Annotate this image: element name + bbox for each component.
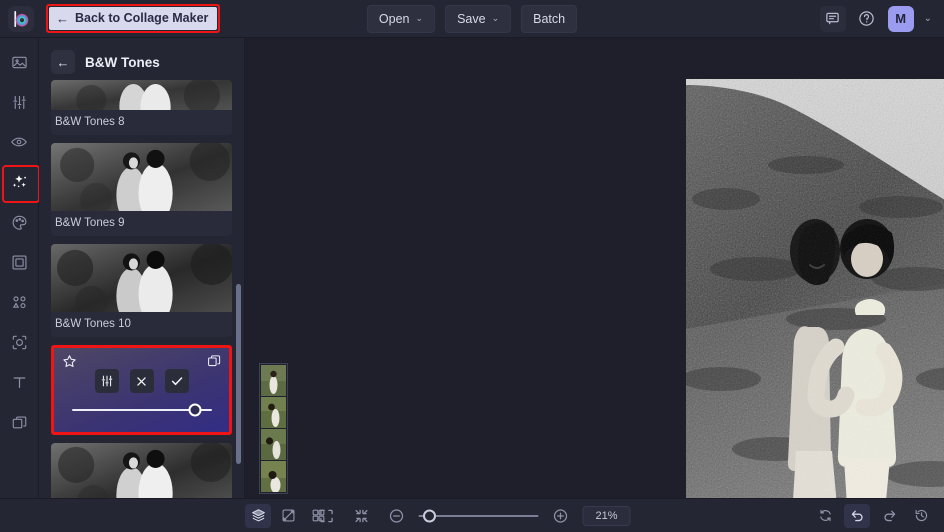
top-center-actions: Open ⌄ Save ⌄ Batch	[366, 4, 578, 33]
back-button-label: Back to Collage Maker	[75, 11, 209, 25]
back-to-collage-maker-button[interactable]: ← Back to Collage Maker	[49, 7, 218, 30]
zoom-in-icon[interactable]	[548, 504, 574, 528]
rail-item-text[interactable]	[5, 368, 33, 396]
bottom-toolbar: 21%	[0, 498, 944, 532]
list-item[interactable]: B&W Tones 8	[51, 80, 232, 135]
tool-rail	[0, 38, 40, 498]
panel-header: ← B&W Tones	[39, 44, 244, 80]
preset-label: B&W Tones 8	[55, 116, 125, 128]
filmstrip[interactable]	[259, 363, 288, 494]
rail-item-effects[interactable]	[2, 165, 40, 203]
rail-item-graphics[interactable]	[5, 288, 33, 316]
rail-item-layers[interactable]	[5, 408, 33, 436]
preset-thumbnail	[51, 143, 232, 211]
preset-thumbnail	[51, 80, 232, 110]
zoom-slider[interactable]	[418, 509, 539, 523]
list-item[interactable]	[261, 397, 286, 428]
rail-item-retouch[interactable]	[5, 128, 33, 156]
open-label: Open	[378, 11, 410, 26]
account-chevron-down-icon[interactable]: ⌄	[922, 13, 934, 24]
favorite-star-icon[interactable]	[62, 354, 77, 373]
panel-title: B&W Tones	[85, 54, 160, 70]
undo-icon[interactable]	[844, 503, 870, 528]
preset-label: B&W Tones 10	[55, 318, 131, 330]
zoom-out-icon[interactable]	[384, 504, 410, 528]
list-item[interactable]: B&W Tones 12	[51, 443, 232, 498]
list-item[interactable]: B&W Tones 10	[51, 244, 232, 337]
zoom-slider-track	[418, 514, 539, 517]
active-preset-card[interactable]	[51, 345, 232, 435]
list-item[interactable]	[261, 365, 286, 396]
back-button-highlight: ← Back to Collage Maker	[46, 4, 221, 33]
slider-knob[interactable]	[188, 403, 202, 417]
preset-thumbnail	[51, 244, 232, 312]
app-root: ← Back to Collage Maker Open ⌄ Save ⌄ Ba…	[0, 0, 944, 532]
compare-icon[interactable]	[275, 504, 301, 528]
zoom-level-value[interactable]: 21%	[582, 505, 631, 526]
chevron-down-icon: ⌄	[491, 13, 500, 23]
preset-list[interactable]: B&W Tones 8 B&W Tones 9 B&W Tones 10	[39, 80, 244, 498]
rail-item-overlays[interactable]	[5, 328, 33, 356]
photo-canvas	[686, 79, 944, 532]
panel-back-button[interactable]: ←	[51, 50, 75, 74]
redo-icon[interactable]	[876, 504, 902, 528]
duplicate-icon[interactable]	[207, 354, 221, 372]
rail-item-frames[interactable]	[5, 248, 33, 276]
zoom-controls: 21%	[314, 504, 631, 528]
save-button[interactable]: Save ⌄	[445, 4, 512, 33]
list-item[interactable]: B&W Tones 9	[51, 143, 232, 236]
preset-intensity-slider[interactable]	[71, 403, 212, 417]
preset-label: B&W Tones 9	[55, 217, 125, 229]
help-icon[interactable]	[854, 6, 880, 32]
feedback-icon[interactable]	[819, 5, 846, 32]
batch-button[interactable]: Batch	[521, 4, 578, 33]
batch-label: Batch	[533, 11, 566, 26]
rail-item-image[interactable]	[5, 48, 33, 76]
active-preset-controls	[54, 348, 229, 432]
layers-stack-icon[interactable]	[245, 503, 271, 528]
top-toolbar: ← Back to Collage Maker Open ⌄ Save ⌄ Ba…	[0, 0, 944, 38]
preset-action-row	[94, 369, 189, 393]
save-label: Save	[457, 11, 486, 26]
befunky-logo[interactable]	[8, 5, 34, 32]
list-item[interactable]	[261, 429, 286, 460]
list-item[interactable]	[261, 461, 286, 492]
main-body: ← B&W Tones B&W Tones 8 B&W Tones 9 B&W …	[0, 38, 944, 532]
canvas-area[interactable]	[245, 38, 944, 532]
rail-item-edit[interactable]	[5, 88, 33, 116]
panel-scrollbar[interactable]	[236, 284, 241, 464]
avatar[interactable]: M	[887, 5, 914, 32]
back-arrow-icon: ←	[56, 10, 69, 26]
rail-item-artsy[interactable]	[5, 208, 33, 236]
adjust-sliders-button[interactable]	[94, 369, 119, 393]
reset-icon[interactable]	[812, 504, 838, 528]
main-photo[interactable]	[686, 79, 944, 532]
effects-panel: ← B&W Tones B&W Tones 8 B&W Tones 9 B&W …	[39, 38, 245, 498]
actual-size-icon[interactable]	[349, 504, 375, 528]
open-button[interactable]: Open ⌄	[366, 4, 436, 33]
fit-to-screen-icon[interactable]	[314, 504, 340, 528]
cancel-button[interactable]	[129, 369, 154, 393]
apply-button[interactable]	[164, 369, 189, 393]
history-controls	[812, 503, 934, 528]
chevron-down-icon: ⌄	[415, 13, 424, 23]
history-icon[interactable]	[908, 504, 934, 528]
preset-thumbnail	[51, 443, 232, 498]
zoom-slider-knob[interactable]	[422, 509, 436, 522]
top-right-actions: M ⌄	[819, 5, 944, 32]
